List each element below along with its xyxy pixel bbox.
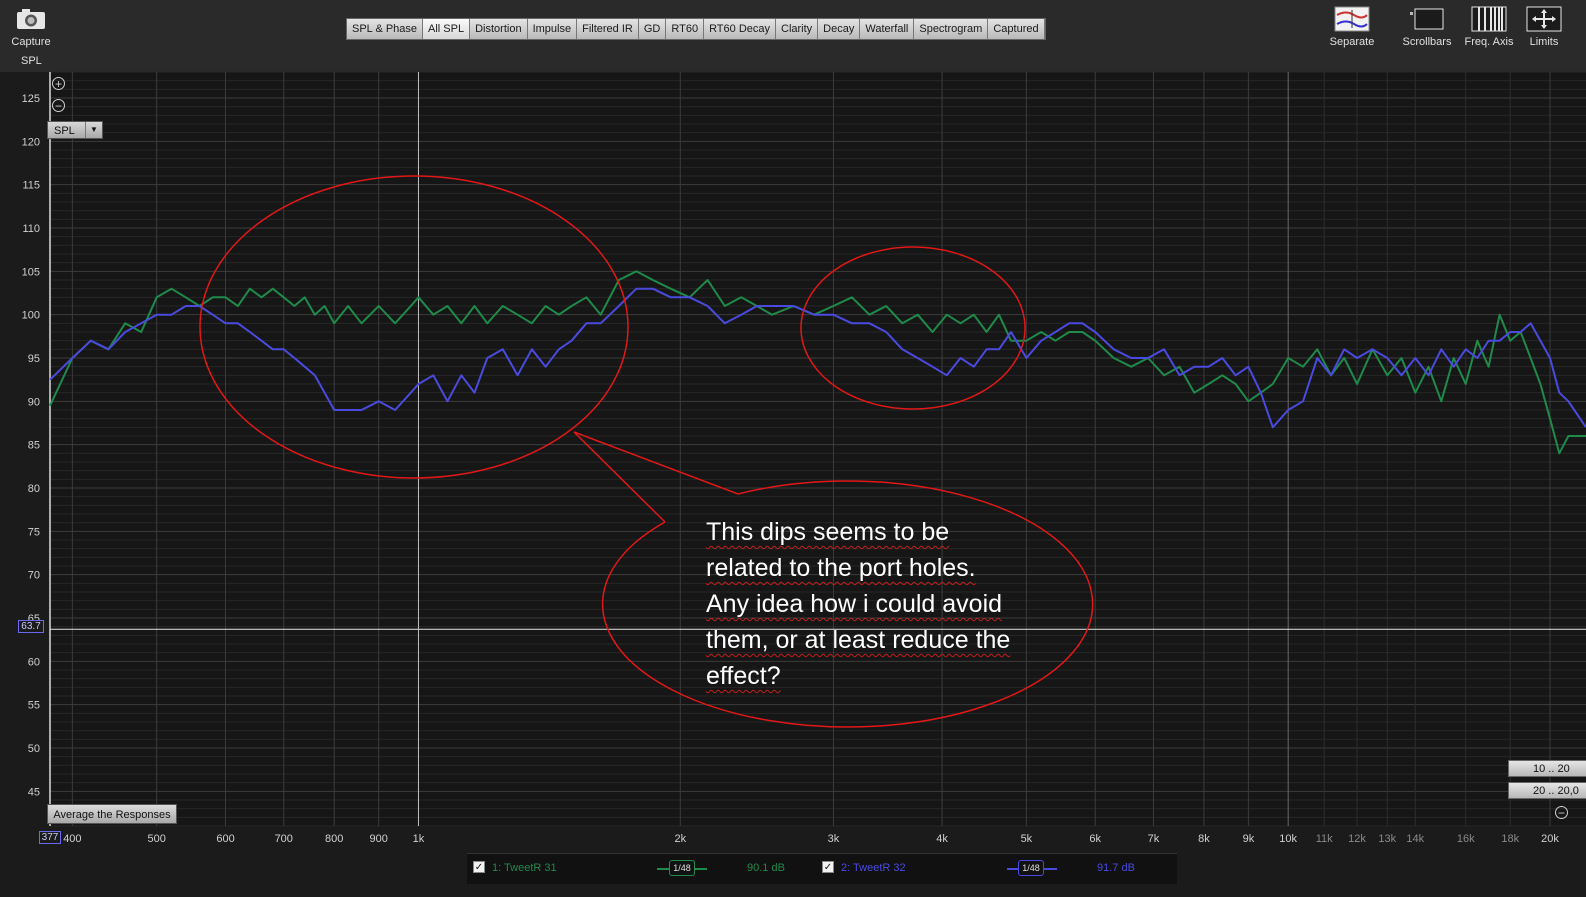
annotation-line-5: effect? [706, 662, 781, 690]
trace2-checkbox[interactable]: ✓ [822, 861, 834, 873]
spl-chart: 1251201151101051009590858075706560555045… [22, 71, 1586, 845]
annotation-line-3: Any idea how i could avoid [706, 590, 1003, 618]
y-tick-label: 110 [22, 223, 40, 235]
x-tick-label: 5k [1021, 833, 1033, 845]
trace1-level: 90.1 dB [747, 862, 785, 874]
x-tick-label: 500 [147, 833, 165, 845]
x-tick-label: 10k [1279, 833, 1297, 845]
y-tick-label: 90 [28, 396, 40, 408]
annotation-line-4: them, or at least reduce the [706, 626, 1011, 654]
y-tick-label: 75 [28, 526, 40, 538]
cursor-y-readout: 63.7 [18, 620, 44, 633]
annotation-line-2: related to the port holes. [706, 554, 976, 582]
y-tick-label: 100 [22, 310, 40, 322]
y-tick-label: 50 [28, 743, 40, 755]
y-tick-label: 85 [28, 440, 40, 452]
y-tick-label: 115 [22, 180, 40, 192]
cursor-x-readout: 377 [39, 831, 61, 844]
spl-selector[interactable]: SPL ▼ [47, 121, 103, 139]
y-tick-label: 60 [28, 656, 40, 668]
x-tick-label: 400 [63, 833, 81, 845]
annotation-line-1: This dips seems to be [706, 518, 950, 546]
x-tick-label: 11k [1316, 833, 1333, 845]
average-responses-button[interactable]: Average the Responses [47, 804, 177, 824]
range-button-1[interactable]: 10 .. 20 [1508, 760, 1586, 777]
y-tick-label: 95 [28, 353, 40, 365]
trace1-checkbox[interactable]: ✓ [473, 861, 485, 873]
trace2-label: 2: TweetR 32 [841, 862, 906, 874]
zoom-out-icon[interactable]: − [52, 99, 65, 112]
zoom-out-x-icon[interactable]: − [1555, 806, 1568, 819]
chevron-down-icon: ▼ [85, 122, 102, 138]
trace2-level: 91.7 dB [1097, 862, 1135, 874]
y-tick-label: 80 [28, 483, 40, 495]
x-tick-label: 13k [1378, 833, 1396, 845]
x-tick-label: 3k [828, 833, 840, 845]
x-tick-label: 8k [1198, 833, 1210, 845]
y-tick-label: 125 [22, 93, 40, 105]
y-tick-label: 105 [22, 266, 40, 278]
x-tick-label: 700 [275, 833, 293, 845]
y-tick-label: 120 [22, 136, 40, 148]
range-button-2[interactable]: 20 .. 20,0 [1508, 782, 1586, 799]
x-tick-label: 16k [1457, 833, 1475, 845]
annotation-text: This dips seems to be related to the por… [706, 514, 1086, 694]
x-tick-label: 20k [1541, 833, 1559, 845]
y-tick-label: 55 [28, 700, 40, 712]
x-tick-label: 18k [1501, 833, 1519, 845]
y-tick-label: 45 [28, 786, 40, 798]
x-tick-label: 14k [1406, 833, 1424, 845]
x-tick-label: 12k [1348, 833, 1366, 845]
x-tick-label: 4k [936, 833, 948, 845]
y-tick-label: 70 [28, 570, 40, 582]
x-tick-label: 7k [1148, 833, 1160, 845]
x-tick-label: 1k [413, 833, 425, 845]
trace2-smoothing[interactable]: 1/48 [1018, 860, 1044, 876]
spl-selector-value: SPL [54, 125, 75, 137]
zoom-in-icon[interactable]: + [52, 77, 65, 90]
x-tick-label: 9k [1243, 833, 1255, 845]
legend-bar: ✓ 1: TweetR 31 1/48 90.1 dB ✓ 2: TweetR … [467, 853, 1177, 884]
x-tick-label: 600 [216, 833, 234, 845]
trace1-smoothing[interactable]: 1/48 [669, 860, 695, 876]
x-tick-label: 900 [369, 833, 387, 845]
x-tick-label: 6k [1089, 833, 1101, 845]
x-tick-label: 2k [674, 833, 686, 845]
trace1-label: 1: TweetR 31 [492, 862, 557, 874]
x-tick-label: 800 [325, 833, 343, 845]
